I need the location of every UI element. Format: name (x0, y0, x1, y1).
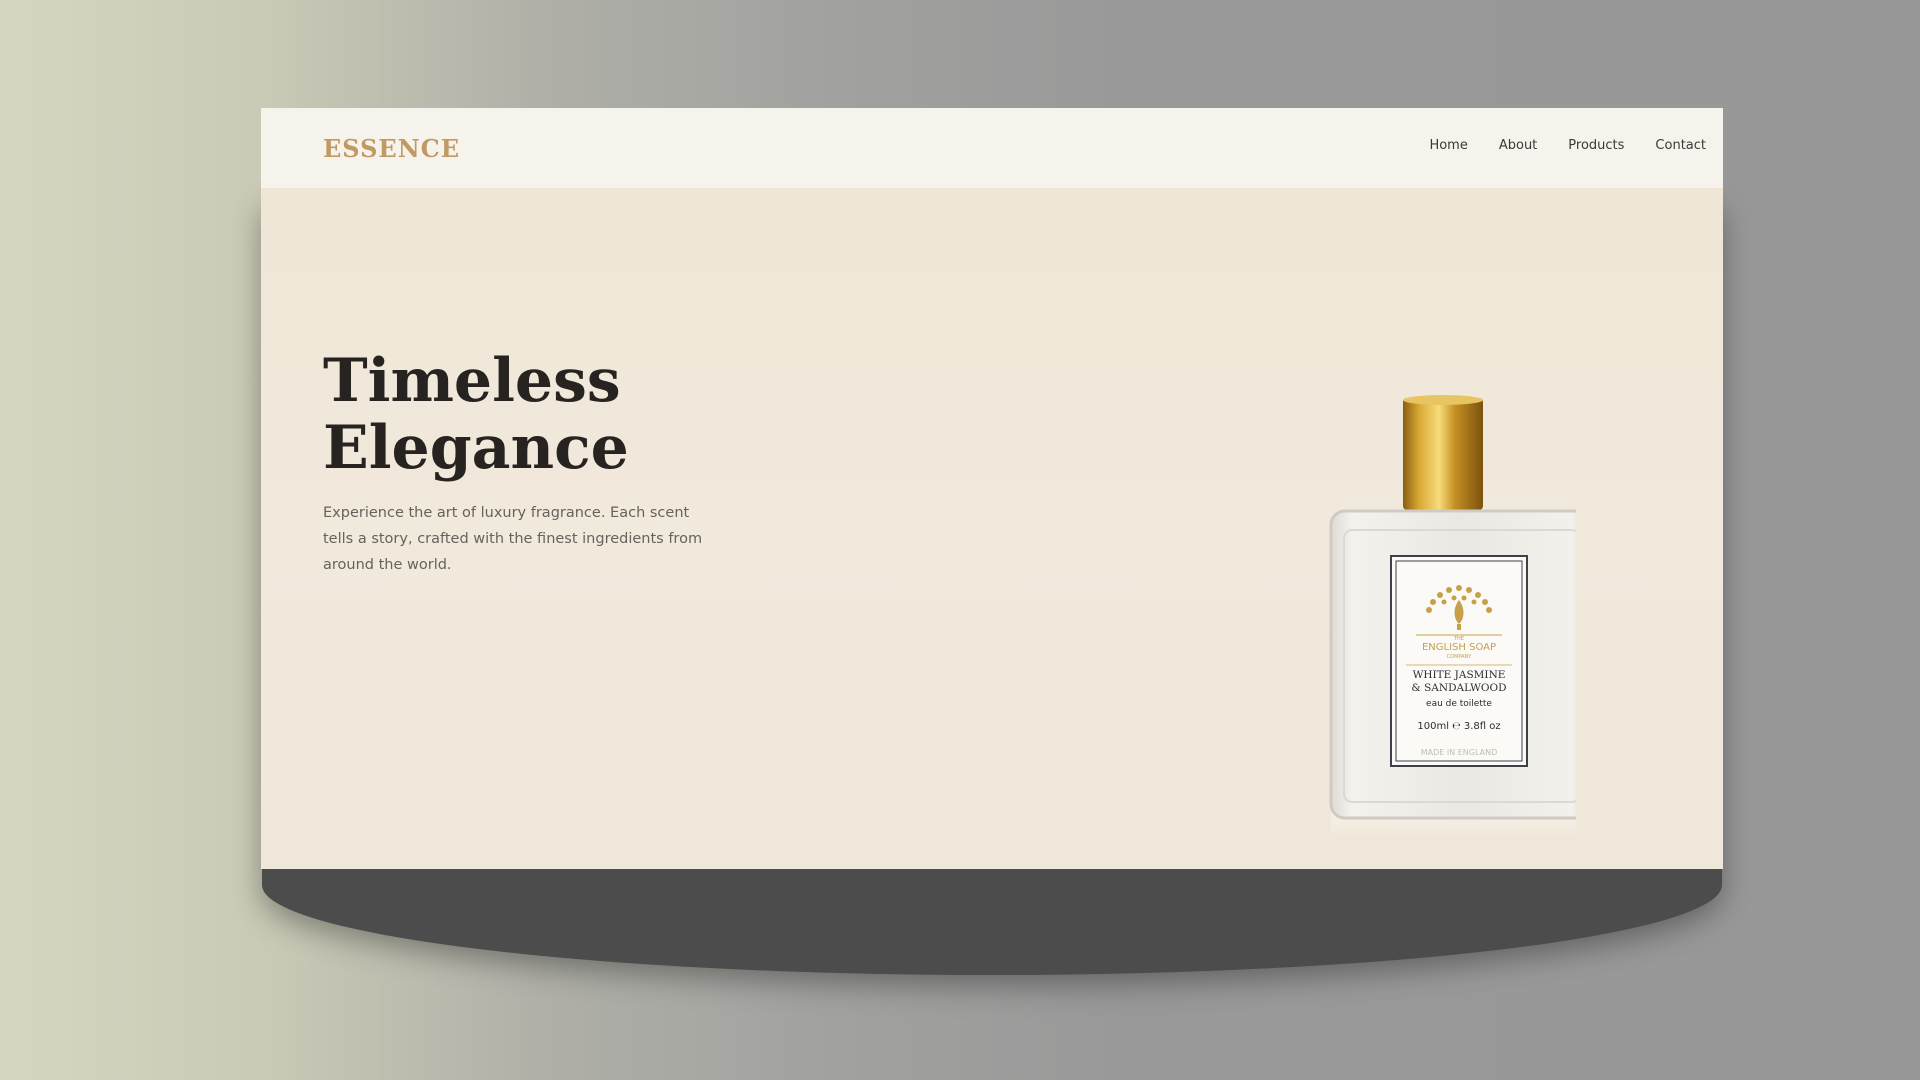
perfume-bottle-image: THE ENGLISH SOAP COMPANY WHITE JASMINE &… (1306, 388, 1595, 848)
nav-link-products[interactable]: Products (1568, 138, 1624, 153)
label-brand-main: ENGLISH SOAP (1422, 642, 1496, 653)
bottle-cap (1403, 398, 1483, 510)
label-origin: MADE IN ENGLAND (1421, 748, 1498, 757)
nav-link-home[interactable]: Home (1429, 138, 1467, 153)
label-type: eau de toilette (1426, 699, 1492, 709)
brand-logo[interactable]: ESSENCE (323, 134, 460, 163)
label-scent-line-2: & SANDALWOOD (1411, 682, 1506, 694)
bottle-cap-top (1403, 395, 1483, 405)
hero-description: Experience the art of luxury fragrance. … (323, 505, 703, 573)
perfume-bottle-graphic: THE ENGLISH SOAP COMPANY WHITE JASMINE &… (1329, 395, 1595, 838)
hero-title: Timeless Elegance (323, 348, 723, 482)
hero-title-line-2: Elegance (323, 413, 629, 483)
label-brand-sub: COMPANY (1447, 654, 1473, 660)
label-volume: 100ml ℮ 3.8fl oz (1417, 721, 1500, 732)
label-scent-line-1: WHITE JASMINE (1413, 669, 1506, 681)
website-mockup: ESSENCE Home About Products Contact Time… (261, 108, 1723, 869)
navbar: ESSENCE Home About Products Contact (261, 108, 1723, 188)
nav-menu: Home About Products Contact (1429, 138, 1706, 153)
nav-link-contact[interactable]: Contact (1655, 138, 1706, 153)
nav-link-about[interactable]: About (1499, 138, 1537, 153)
hero-title-line-1: Timeless (323, 346, 621, 416)
hero-section: Timeless Elegance Experience the art of … (261, 188, 1723, 869)
